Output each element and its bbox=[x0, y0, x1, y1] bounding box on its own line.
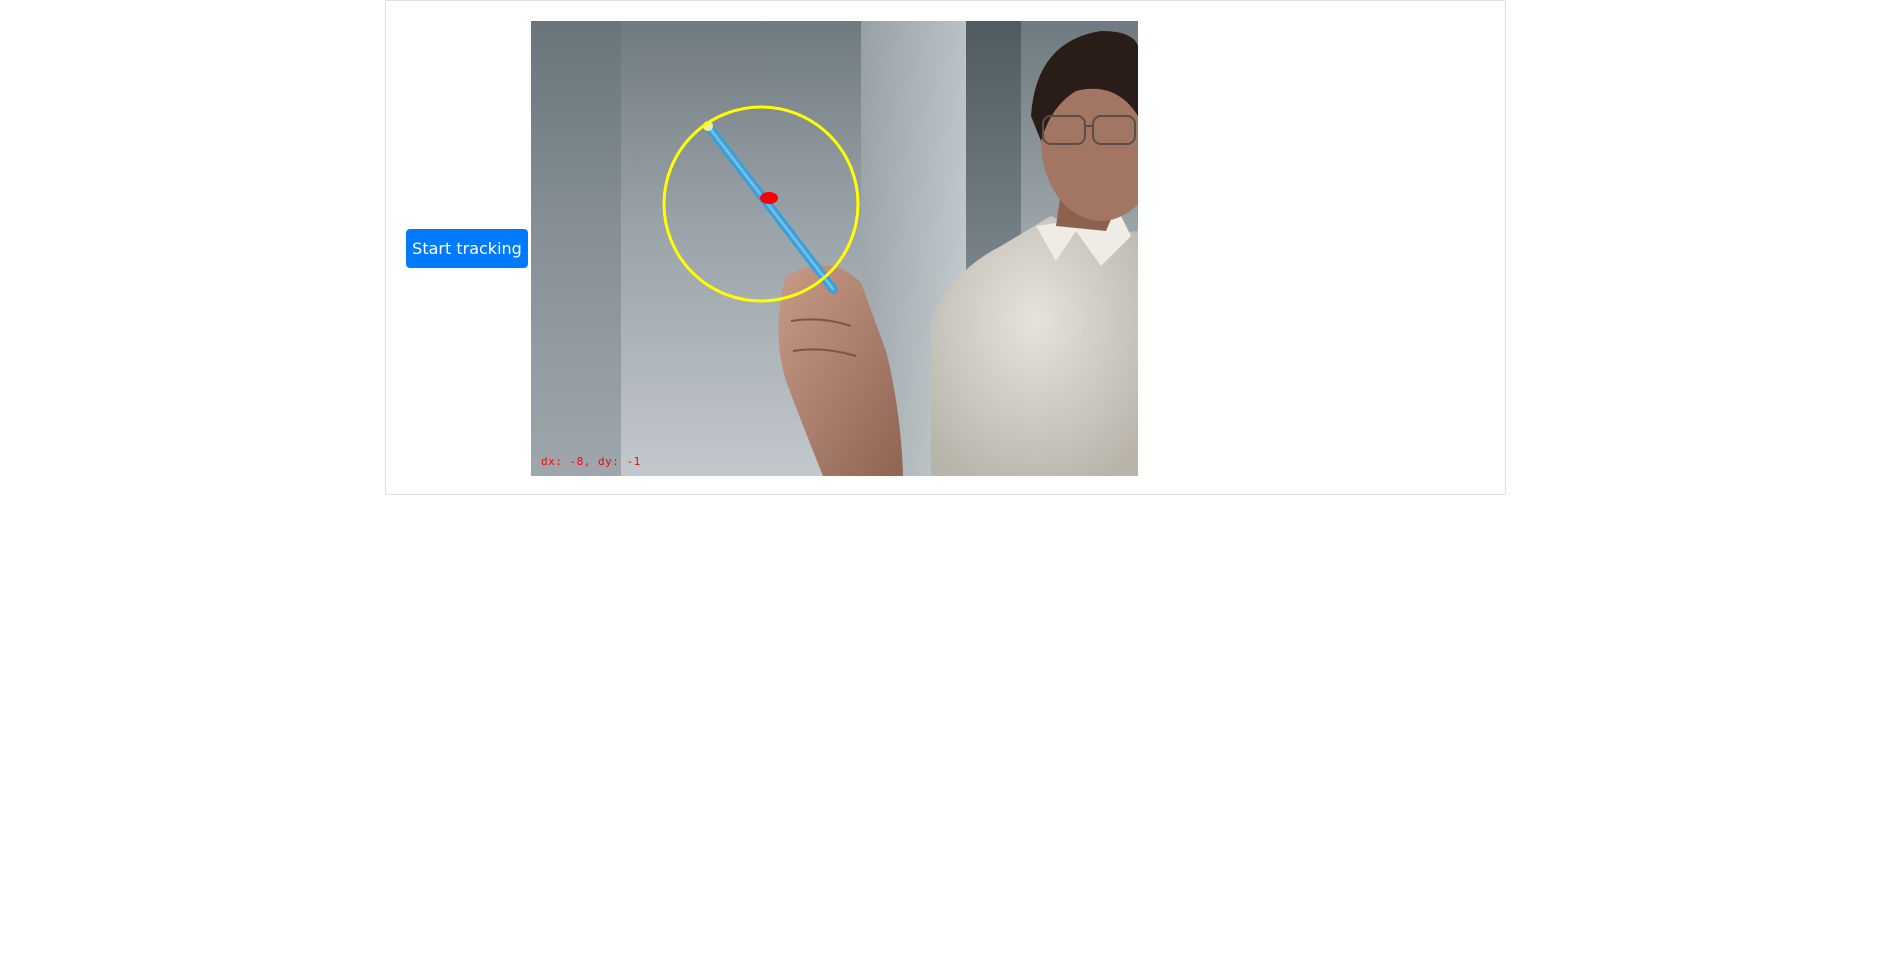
tracked-point bbox=[760, 192, 778, 204]
camera-frame bbox=[531, 21, 1138, 476]
left-wall-shade bbox=[531, 21, 621, 476]
tracking-panel: Start tracking dx: -8, dy: -1 bbox=[385, 0, 1506, 495]
offset-readout: dx: -8, dy: -1 bbox=[541, 455, 641, 468]
start-tracking-button[interactable]: Start tracking bbox=[406, 229, 528, 268]
camera-feed: dx: -8, dy: -1 bbox=[531, 21, 1138, 476]
